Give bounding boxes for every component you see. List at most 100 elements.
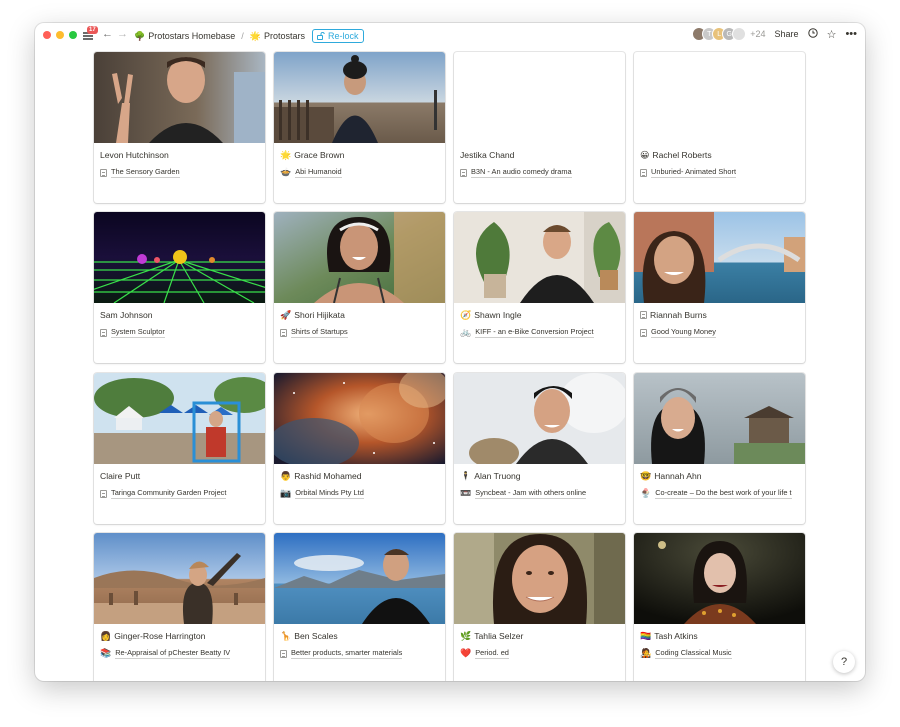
project-link[interactable]: B3N - An audio comedy drama [471, 167, 572, 178]
card-cover-photo [274, 533, 445, 624]
card-project[interactable]: Unburied- Animated Short [640, 167, 801, 178]
gallery-card[interactable]: 🌟 Grace Brown 🍲 Abi Humanoid [274, 52, 445, 203]
card-cover-photo [94, 212, 265, 303]
favorite-star-icon[interactable]: ☆ [827, 28, 837, 41]
project-link[interactable]: System Sculptor [111, 327, 165, 338]
project-link[interactable]: Shirts of Startups [291, 327, 348, 338]
project-link[interactable]: Coding Classical Music [655, 648, 732, 659]
singer-icon: 🧑‍🎤 [640, 648, 652, 658]
gallery-card[interactable]: 👩 Ginger-Rose Harrington 📚 Re-Appraisal … [94, 533, 265, 681]
card-project[interactable]: 🍲 Abi Humanoid [280, 167, 441, 178]
pot-icon: 🍲 [280, 167, 292, 177]
gallery-card[interactable]: Jestika Chand B3N - An audio comedy dram… [454, 52, 625, 203]
page-icon [640, 311, 647, 319]
card-cover-photo [274, 212, 445, 303]
gallery-card[interactable]: 🌿 Tahlia Selzer ❤️ Period. ed [454, 533, 625, 681]
card-project[interactable]: 📼 Syncbeat - Jam with others online [460, 488, 621, 499]
help-button[interactable]: ? [833, 651, 855, 673]
card-title: 👨 Rashid Mohamed [280, 471, 441, 481]
avatar[interactable] [732, 27, 747, 41]
compass-icon: 🧭 [460, 309, 472, 320]
person-name: Riannah Burns [650, 310, 707, 320]
project-link[interactable]: Syncbeat - Jam with others online [475, 488, 587, 499]
card-project[interactable]: System Sculptor [100, 327, 261, 338]
gallery-card[interactable]: Levon Hutchinson The Sensory Garden [94, 52, 265, 203]
project-link[interactable]: Better products, smarter materials [291, 648, 403, 659]
gallery-card[interactable]: 🧭 Shawn Ingle 🚲 KIFF - an e-Bike Convers… [454, 212, 625, 363]
gallery-card[interactable]: 🤓 Hannah Ahn 🍨 Co-create – Do the best w… [634, 373, 805, 524]
card-project[interactable]: 🧑‍🎤 Coding Classical Music [640, 648, 801, 659]
project-link[interactable]: Good Young Money [651, 327, 716, 338]
project-link[interactable]: The Sensory Garden [111, 167, 180, 178]
books-icon: 📚 [100, 648, 112, 658]
gallery-card[interactable]: 😀 Rachel Roberts Unburied- Animated Shor… [634, 52, 805, 203]
card-title: Claire Putt [100, 471, 261, 481]
person-name: Alan Truong [474, 471, 521, 481]
close-window-button[interactable] [43, 31, 51, 39]
gallery-card[interactable]: Riannah Burns Good Young Money [634, 212, 805, 363]
breadcrumb-protostars[interactable]: 🌟 Protostars [250, 31, 305, 41]
project-link[interactable]: Co-create – Do the best work of your lif… [655, 488, 792, 499]
sidebar-menu-icon[interactable]: 17 [83, 26, 98, 41]
project-link[interactable]: Abi Humanoid [295, 167, 342, 178]
card-title: 🌿 Tahlia Selzer [460, 631, 621, 641]
card-cover-photo [634, 212, 805, 303]
gallery-card[interactable]: 🏳️‍🌈 Tash Atkins 🧑‍🎤 Coding Classical Mu… [634, 533, 805, 681]
card-project[interactable]: 📷 Orbital Minds Pty Ltd [280, 488, 441, 499]
card-cover-photo [454, 533, 625, 624]
person-name: Rachel Roberts [652, 150, 712, 160]
breadcrumb-label: Protostars [264, 31, 306, 41]
unlock-icon [317, 32, 325, 40]
person-name: Grace Brown [294, 150, 345, 160]
heart-icon: ❤️ [460, 648, 472, 658]
project-link[interactable]: Re-Appraisal of pChester Beatty IV [115, 648, 231, 659]
gallery-card[interactable]: Claire Putt Taringa Community Garden Pro… [94, 373, 265, 524]
card-project[interactable]: Shirts of Startups [280, 327, 441, 338]
back-arrow-icon[interactable]: ← [102, 28, 113, 40]
page-icon [280, 649, 287, 658]
updates-clock-icon[interactable] [807, 27, 818, 41]
card-title: Jestika Chand [460, 150, 621, 160]
levitating-man-icon: 🕴 [460, 470, 472, 481]
project-link[interactable]: Unburied- Animated Short [651, 167, 737, 178]
project-link[interactable]: Period. ed [475, 648, 509, 659]
card-project[interactable]: Better products, smarter materials [280, 648, 441, 659]
zoom-window-button[interactable] [69, 31, 77, 39]
card-cover-photo [634, 533, 805, 624]
project-link[interactable]: Taringa Community Garden Project [111, 488, 227, 499]
giraffe-icon: 🦒 [280, 630, 292, 641]
card-cover-photo [94, 373, 265, 464]
star-icon: 🌟 [249, 30, 261, 41]
gallery-card[interactable]: 🕴 Alan Truong 📼 Syncbeat - Jam with othe… [454, 373, 625, 524]
card-project[interactable]: ❤️ Period. ed [460, 648, 621, 659]
toolbar-right: T L G +24 Share ☆ ••• [692, 27, 857, 41]
card-project[interactable]: 🍨 Co-create – Do the best work of your l… [640, 488, 801, 499]
gallery-card[interactable]: Sam Johnson System Sculptor [94, 212, 265, 363]
gallery-card[interactable]: 🚀 Shori Hijikata Shirts of Startups [274, 212, 445, 363]
collaborator-avatars[interactable]: T L G +24 [692, 27, 766, 41]
card-project[interactable]: Taringa Community Garden Project [100, 488, 261, 499]
more-options-icon[interactable]: ••• [845, 28, 857, 40]
relock-button[interactable]: Re-lock [312, 29, 364, 43]
card-project[interactable]: The Sensory Garden [100, 167, 261, 178]
card-project[interactable]: B3N - An audio comedy drama [460, 167, 621, 178]
breadcrumb-homebase[interactable]: 🌳 Protostars Homebase [134, 31, 235, 41]
more-collaborators-count[interactable]: +24 [750, 29, 765, 39]
share-button[interactable]: Share [775, 29, 799, 39]
person-name: Sam Johnson [100, 310, 153, 320]
card-project[interactable]: 📚 Re-Appraisal of pChester Beatty IV [100, 648, 261, 659]
gallery-card[interactable]: 👨 Rashid Mohamed 📷 Orbital Minds Pty Ltd [274, 373, 445, 524]
person-name: Hannah Ahn [654, 471, 702, 481]
gallery-card[interactable]: 🦒 Ben Scales Better products, smarter ma… [274, 533, 445, 681]
bicycle-icon: 🚲 [460, 327, 472, 337]
woman-icon: 👩 [100, 630, 112, 641]
person-name: Shori Hijikata [294, 310, 345, 320]
person-name: Rashid Mohamed [294, 471, 362, 481]
project-link[interactable]: KIFF - an e-Bike Conversion Project [475, 327, 594, 338]
project-link[interactable]: Orbital Minds Pty Ltd [295, 488, 364, 499]
page-icon [100, 489, 107, 498]
card-project[interactable]: 🚲 KIFF - an e-Bike Conversion Project [460, 327, 621, 338]
forward-arrow-icon[interactable]: → [117, 28, 128, 40]
card-project[interactable]: Good Young Money [640, 327, 801, 338]
minimize-window-button[interactable] [56, 31, 64, 39]
